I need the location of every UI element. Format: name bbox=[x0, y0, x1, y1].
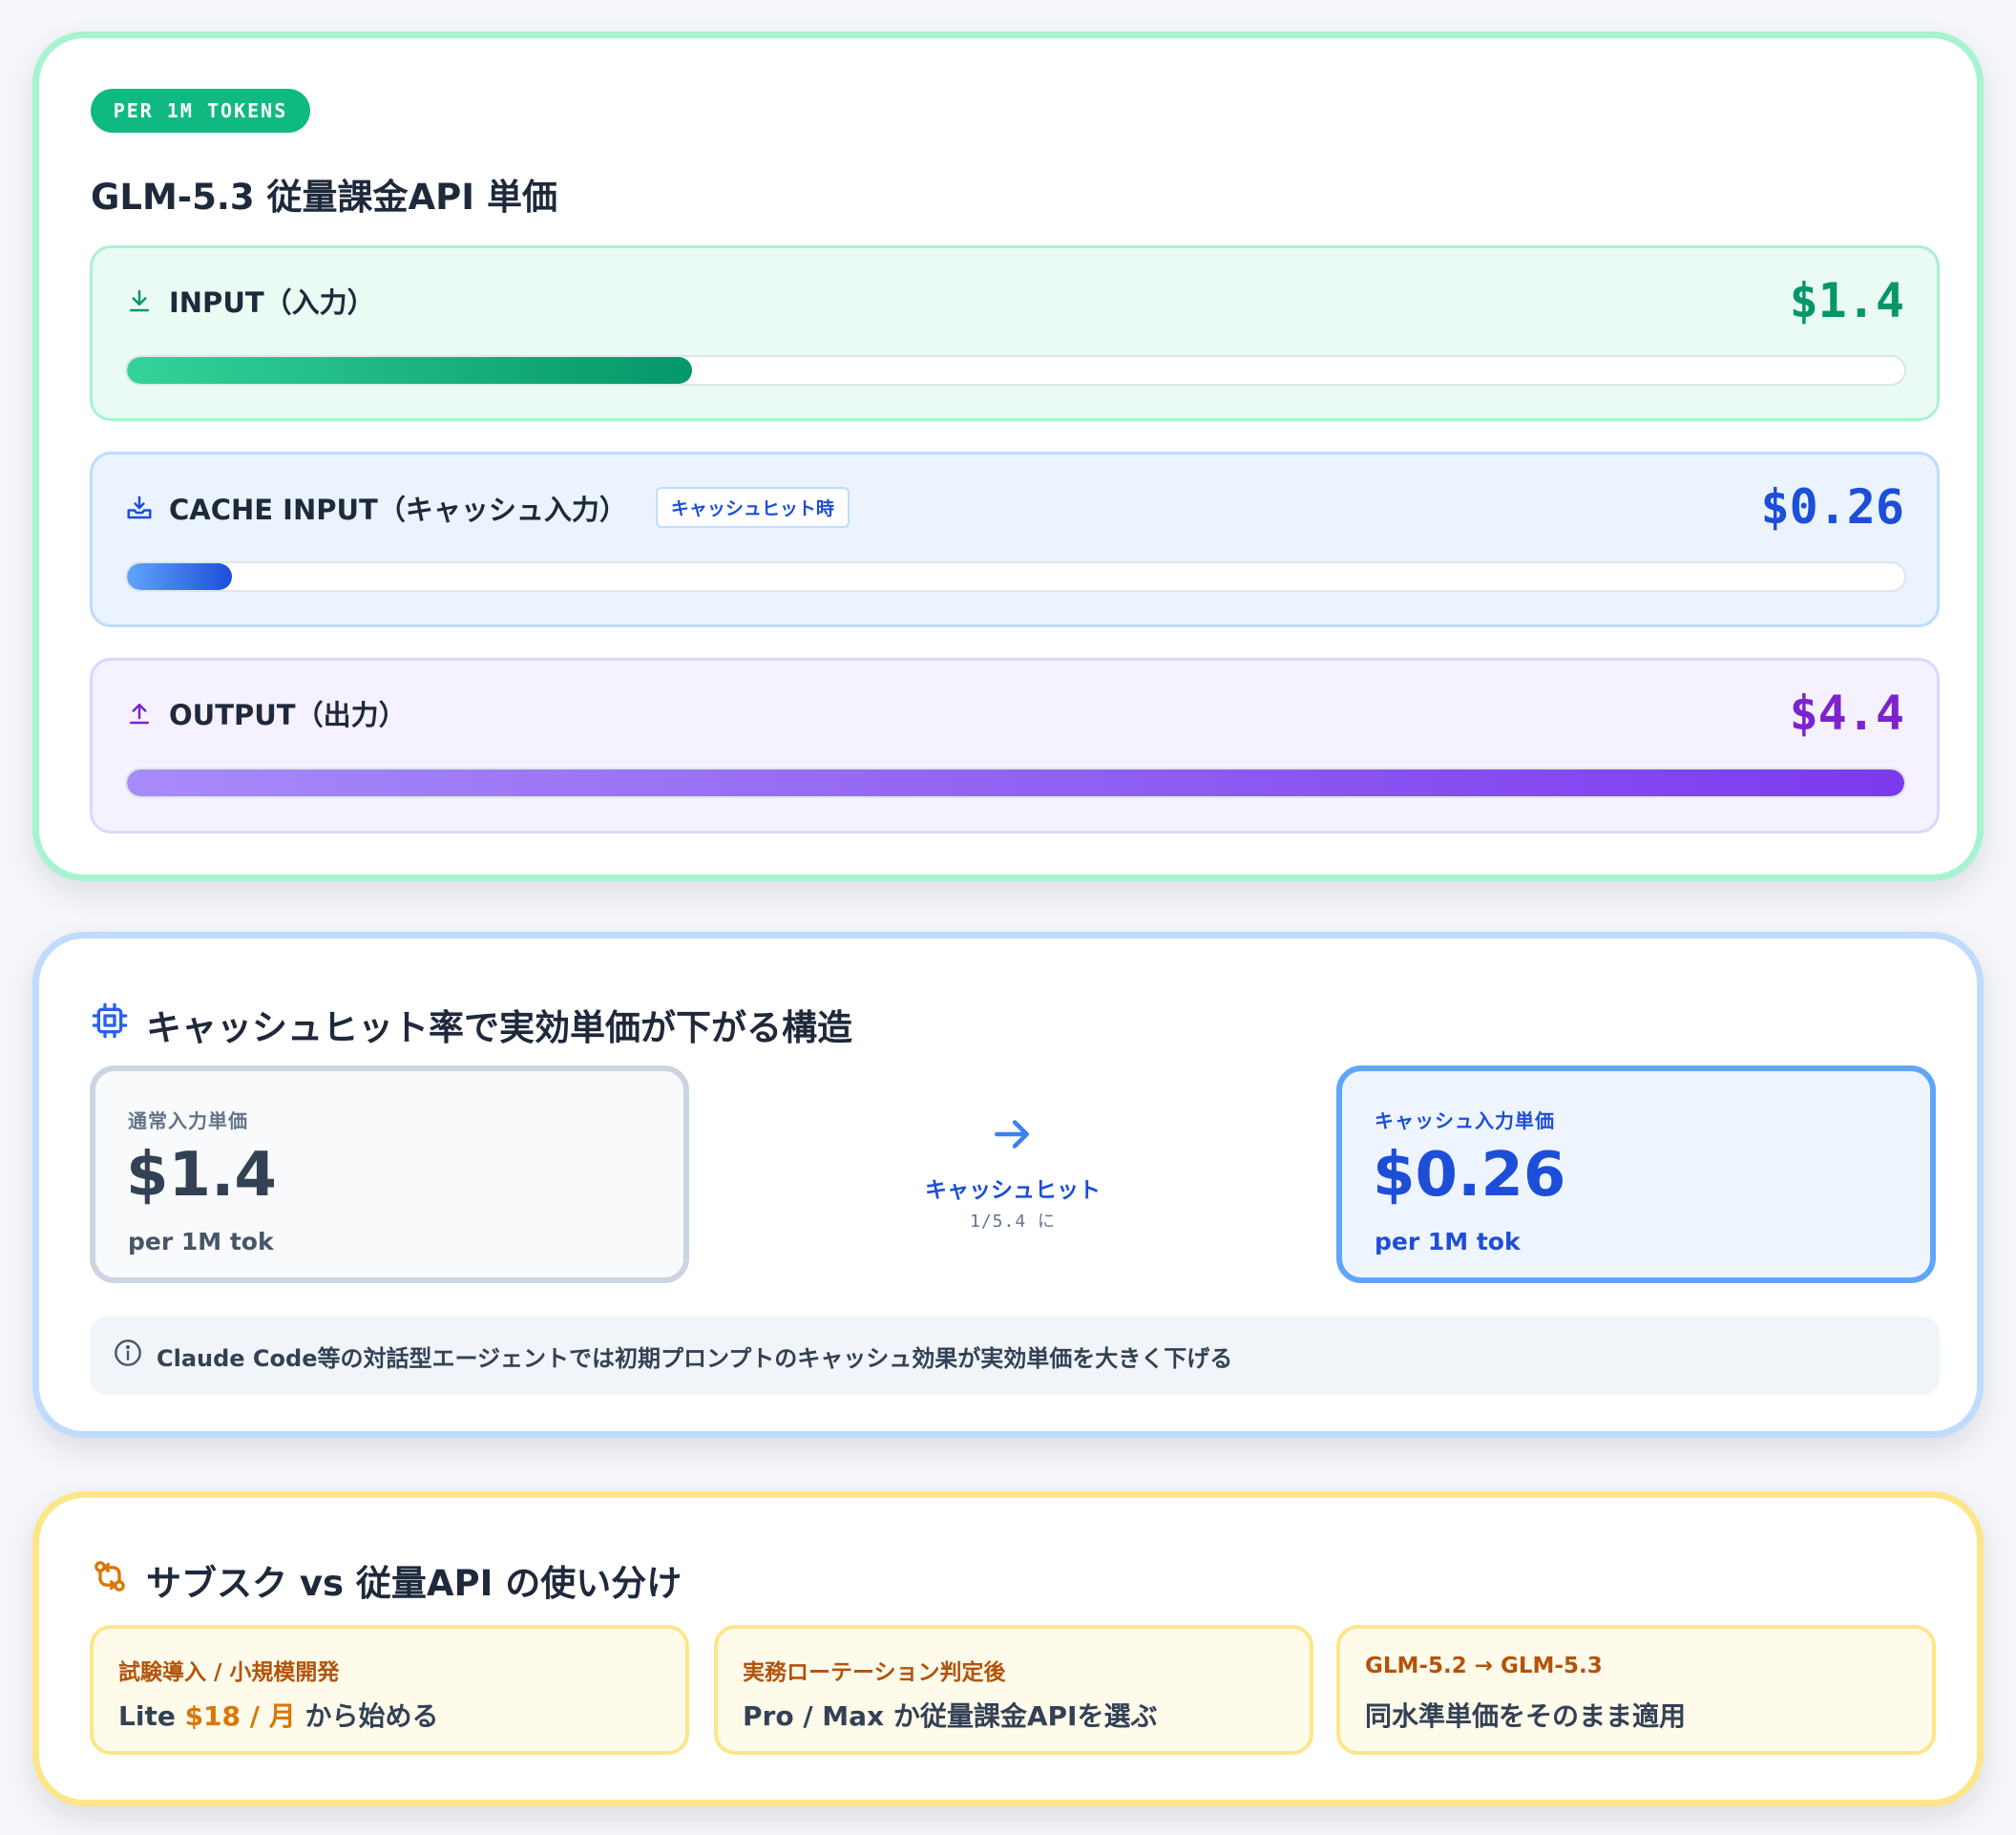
cache-input-value: $0.26 bbox=[1373, 1140, 1566, 1211]
arrow-right-icon bbox=[989, 1110, 1037, 1162]
inbox-download-icon bbox=[125, 494, 154, 522]
cache-hit-label: キャッシュヒット bbox=[925, 1178, 1101, 1203]
usage-item: GLM-5.2 → GLM-5.3 同水準単価をそのまま適用 bbox=[1336, 1625, 1936, 1755]
info-icon bbox=[113, 1338, 143, 1374]
chip-icon bbox=[91, 1002, 129, 1048]
per-token-badge: PER 1M TOKENS bbox=[91, 89, 310, 133]
cache-hit-ratio: 1/5.4 に bbox=[969, 1212, 1057, 1232]
usage-body-text: Pro / Max か従量課金APIを選ぶ bbox=[743, 1700, 1158, 1732]
usage-item-heading: 実務ローテーション判定後 bbox=[743, 1660, 1006, 1685]
price-bar-track bbox=[125, 768, 1906, 798]
price-row-label: INPUT（入力） bbox=[169, 286, 375, 319]
price-value: $0.26 bbox=[1760, 479, 1904, 535]
cache-note: Claude Code等の対話型エージェントでは初期プロンプトのキャッシュ効果が… bbox=[90, 1317, 1940, 1395]
price-row-input: INPUT（入力） $1.4 bbox=[90, 245, 1940, 421]
usage-body-text: 同水準単価をそのまま適用 bbox=[1365, 1700, 1687, 1732]
cache-structure-header: キャッシュヒット率で実効単価が下がる構造 bbox=[91, 999, 852, 1050]
cache-structure-title: キャッシュヒット率で実効単価が下がる構造 bbox=[146, 1007, 852, 1048]
normal-input-value: $1.4 bbox=[126, 1140, 277, 1211]
cache-input-unit: per 1M tok bbox=[1375, 1228, 1521, 1255]
price-value: $4.4 bbox=[1789, 685, 1904, 741]
pricing-title: GLM-5.3 従量課金API 単価 bbox=[91, 177, 557, 218]
usage-item: 実務ローテーション判定後 Pro / Max か従量課金APIを選ぶ bbox=[714, 1625, 1313, 1755]
usage-card: サブスク vs 従量API の使い分け 試験導入 / 小規模開発 Lite $1… bbox=[32, 1491, 1984, 1806]
price-bar-track bbox=[125, 561, 1906, 592]
git-compare-icon bbox=[91, 1557, 129, 1604]
price-bar-track bbox=[125, 355, 1906, 386]
cache-structure-card: キャッシュヒット率で実効単価が下がる構造 通常入力単価 $1.4 per 1M … bbox=[32, 932, 1984, 1438]
pricing-card: PER 1M TOKENS GLM-5.3 従量課金API 単価 INPUT（入… bbox=[32, 32, 1984, 881]
price-row-label: OUTPUT（出力） bbox=[169, 699, 407, 731]
price-row-cache-input: CACHE INPUT（キャッシュ入力） キャッシュヒット時 $0.26 bbox=[90, 452, 1940, 627]
cache-input-price-box: キャッシュ入力単価 $0.26 per 1M tok bbox=[1336, 1065, 1936, 1283]
price-bar-fill bbox=[127, 770, 1904, 796]
price-row-output: OUTPUT（出力） $4.4 bbox=[90, 658, 1940, 833]
price-bar-fill bbox=[127, 357, 693, 384]
cache-hit-tag: キャッシュヒット時 bbox=[655, 487, 850, 528]
usage-item-body: Pro / Max か従量課金APIを選ぶ bbox=[743, 1696, 1157, 1734]
usage-item-heading: GLM-5.2 → GLM-5.3 bbox=[1365, 1654, 1603, 1678]
download-arrow-icon bbox=[125, 286, 154, 315]
normal-input-label: 通常入力単価 bbox=[128, 1109, 248, 1132]
usage-body-text: から始める bbox=[295, 1700, 439, 1732]
cache-input-label: キャッシュ入力単価 bbox=[1375, 1109, 1555, 1132]
cache-hit-arrow: キャッシュヒット 1/5.4 に bbox=[860, 1110, 1166, 1233]
normal-input-unit: per 1M tok bbox=[128, 1228, 274, 1255]
usage-title: サブスク vs 従量API の使い分け bbox=[146, 1563, 682, 1604]
price-value: $1.4 bbox=[1789, 273, 1904, 328]
usage-body-text: Lite bbox=[118, 1700, 185, 1732]
cache-note-text: Claude Code等の対話型エージェントでは初期プロンプトのキャッシュ効果が… bbox=[157, 1344, 1233, 1372]
usage-item-body: Lite $18 / 月 から始める bbox=[118, 1696, 438, 1734]
usage-item-body: 同水準単価をそのまま適用 bbox=[1365, 1696, 1686, 1734]
usage-item-heading: 試験導入 / 小規模開発 bbox=[118, 1660, 340, 1685]
price-bar-fill bbox=[127, 563, 232, 590]
normal-input-price-box: 通常入力単価 $1.4 per 1M tok bbox=[90, 1065, 689, 1283]
price-row-label: CACHE INPUT（キャッシュ入力） bbox=[169, 493, 627, 526]
usage-header: サブスク vs 従量API の使い分け bbox=[91, 1554, 682, 1606]
usage-item: 試験導入 / 小規模開発 Lite $18 / 月 から始める bbox=[90, 1625, 689, 1755]
usage-price-accent: $18 / 月 bbox=[184, 1700, 296, 1732]
upload-arrow-icon bbox=[125, 699, 154, 728]
